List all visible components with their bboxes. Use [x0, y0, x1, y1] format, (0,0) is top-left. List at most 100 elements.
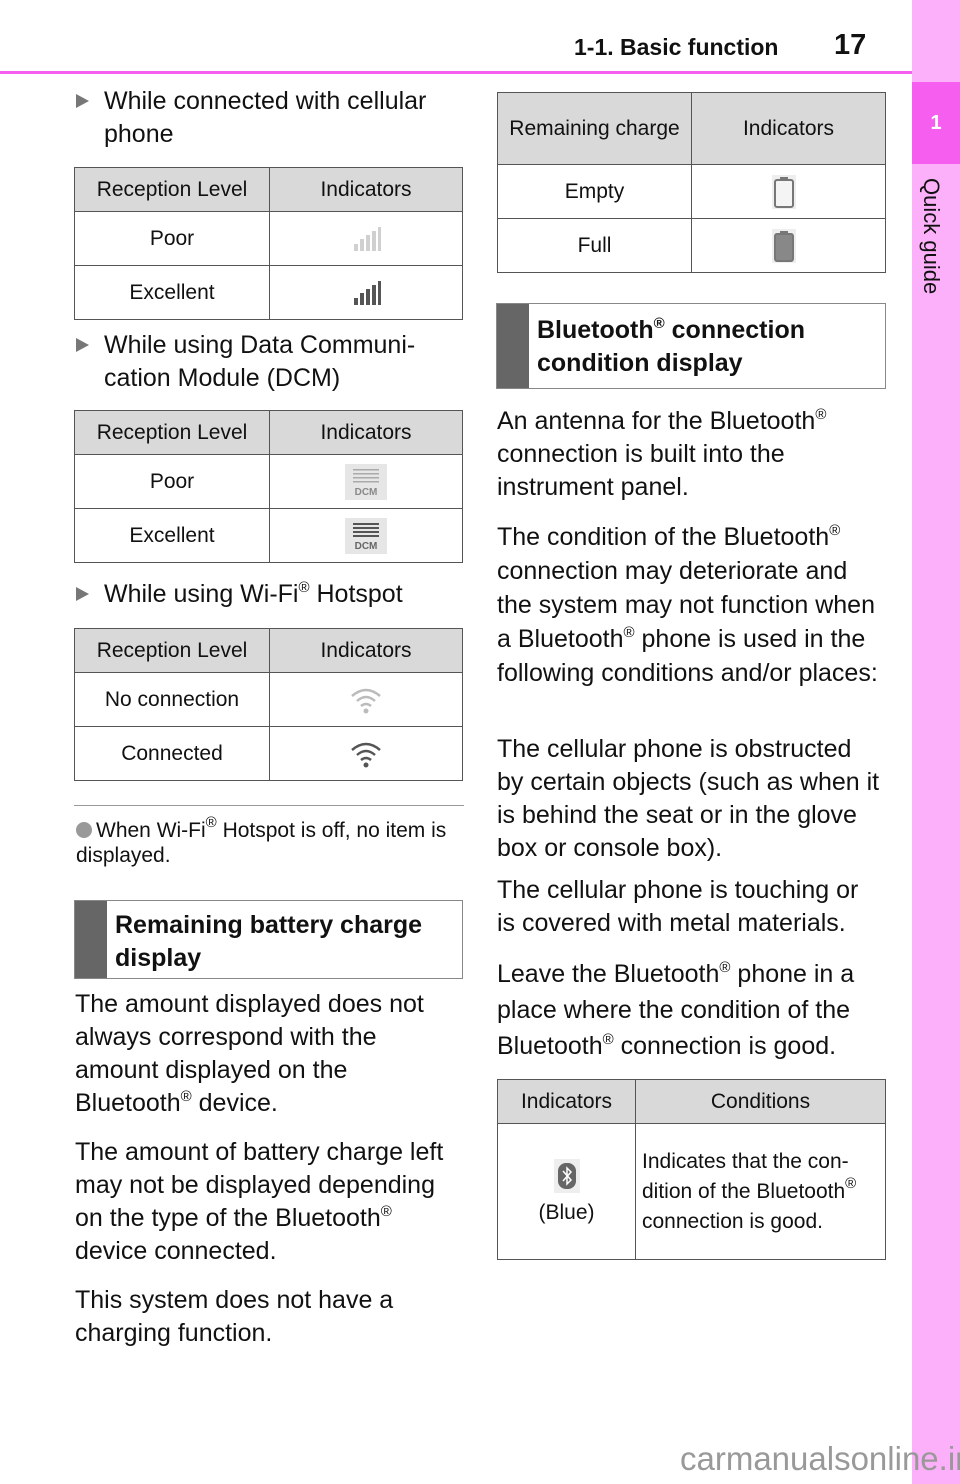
table-row: (Blue) Indicates that the con-dition of … — [497, 1123, 886, 1260]
registered-mark: ® — [623, 624, 635, 641]
table-row: Excellent — [74, 265, 463, 320]
indicator-cell — [269, 672, 463, 727]
col-header-indicators: Indicators — [691, 92, 886, 165]
bluetooth-paragraph-3: The cellular phone is obstructed by cert… — [497, 735, 880, 862]
registered-mark: ® — [298, 579, 310, 596]
registered-mark: ® — [829, 522, 841, 539]
table-row: Connected — [74, 726, 463, 781]
section-bar — [75, 901, 107, 978]
bluetooth-icon-caption: (Blue) — [538, 1200, 595, 1224]
bluetooth-section-title-pre: Bluetooth — [537, 316, 654, 344]
signal-bars-excellent-icon — [354, 280, 381, 305]
wifi-connected-icon — [351, 742, 381, 767]
registered-mark: ® — [845, 1174, 857, 1192]
battery-section-title-line2: display — [115, 944, 202, 972]
indicator-cell: DCM — [269, 454, 463, 509]
cellular-reception-table: Reception Level Indicators Poor Excellen… — [74, 167, 463, 320]
reception-level-cell: Poor — [74, 454, 270, 509]
col-header-indicators: Indicators — [269, 628, 463, 673]
triangle-bullet-icon — [76, 94, 89, 108]
wifi-heading: While using Wi-Fi® Hotspot — [76, 578, 466, 611]
battery-paragraph-3: This system does not have a charging fun… — [75, 1286, 394, 1347]
registered-mark: ® — [719, 959, 731, 976]
table-row: No connection — [74, 672, 463, 727]
section-title: 1-1. Basic function — [574, 34, 779, 60]
bluetooth-paragraph-1: An antenna for the Bluetooth® connection… — [497, 406, 827, 501]
col-header-conditions: Conditions — [635, 1079, 886, 1124]
col-header-indicators: Indicators — [269, 410, 463, 455]
reception-level-cell: Poor — [74, 211, 270, 266]
battery-charge-table: Remaining charge Indicators Empty Full — [497, 92, 886, 273]
reception-level-cell: Connected — [74, 726, 270, 781]
reception-level-cell: Excellent — [74, 508, 270, 563]
signal-bars-poor-icon — [354, 226, 381, 251]
side-tab-background — [912, 164, 960, 1484]
battery-paragraph-2: The amount of battery charge left may no… — [75, 1138, 444, 1265]
registered-mark: ® — [815, 406, 827, 423]
battery-section-header: Remaining battery charge display — [74, 900, 463, 979]
wifi-off-icon — [351, 688, 381, 713]
col-header-indicators: Indicators — [269, 167, 463, 212]
triangle-bullet-icon — [76, 587, 89, 601]
section-bar — [497, 304, 529, 388]
bluetooth-icon — [553, 1158, 580, 1193]
indicator-cell — [691, 218, 886, 273]
registered-mark: ® — [205, 814, 217, 831]
bluetooth-paragraph-2: The condition of the Bluetooth® connecti… — [497, 522, 878, 687]
header-divider — [0, 71, 912, 74]
note-pre: When Wi-Fi — [96, 819, 206, 842]
dcm-reception-table: Reception Level Indicators Poor DCM Exce… — [74, 410, 463, 563]
battery-section-title-line1: Remaining battery charge — [115, 911, 423, 939]
col-header-reception-level: Reception Level — [74, 628, 270, 673]
dcm-poor-icon: DCM — [345, 463, 387, 500]
table-row: Excellent DCM — [74, 508, 463, 563]
charge-level-cell: Full — [497, 218, 692, 273]
registered-mark: ® — [602, 1031, 614, 1048]
wifi-reception-table: Reception Level Indicators No connection… — [74, 628, 463, 781]
bluetooth-paragraph-4: The cellular phone is touching or is cov… — [497, 876, 859, 937]
bluetooth-section-header: Bluetooth® connection condition display — [496, 303, 886, 389]
table-row: Poor — [74, 211, 463, 266]
side-tab-top — [912, 0, 960, 82]
condition-cell: Indicates that the con-dition of the Blu… — [635, 1123, 886, 1260]
bluetooth-section-title-line2: condition display — [537, 349, 743, 377]
chapter-label: Quick guide — [919, 178, 944, 295]
wifi-off-note: When Wi-Fi® Hotspot is off, no item is d… — [76, 815, 456, 868]
battery-full-icon — [772, 228, 796, 263]
circle-bullet-icon — [76, 822, 92, 838]
reception-level-cell: No connection — [74, 672, 270, 727]
page-number: 17 — [834, 29, 867, 61]
col-header-reception-level: Reception Level — [74, 410, 270, 455]
battery-paragraph-1: The amount displayed does not always cor… — [75, 990, 424, 1117]
dcm-heading-line2: cation Module (DCM) — [104, 364, 341, 392]
registered-mark: ® — [380, 1203, 392, 1220]
battery-empty-icon — [772, 174, 796, 209]
indicator-cell — [269, 265, 463, 320]
note-divider — [74, 805, 464, 806]
col-header-remaining-charge: Remaining charge — [497, 92, 692, 165]
table-row: Full — [497, 218, 886, 273]
bluetooth-section-title-post: connection — [664, 316, 805, 344]
indicator-cell: (Blue) — [497, 1123, 636, 1260]
table-row: Poor DCM — [74, 454, 463, 509]
table-row: Empty — [497, 164, 886, 219]
cellular-heading: While connected with cellular phone — [76, 85, 466, 151]
dcm-icon-label: DCM — [355, 487, 378, 498]
indicator-cell — [269, 726, 463, 781]
chapter-number-tab[interactable]: 1 — [912, 82, 960, 164]
col-header-indicators: Indicators — [497, 1079, 636, 1124]
triangle-bullet-icon — [76, 338, 89, 352]
bluetooth-condition-table: Indicators Conditions (Blue) Indicates t… — [497, 1079, 886, 1260]
wifi-heading-pre: While using Wi-Fi — [104, 580, 299, 608]
charge-level-cell: Empty — [497, 164, 692, 219]
dcm-excellent-icon: DCM — [345, 517, 387, 554]
indicator-cell — [269, 211, 463, 266]
indicator-cell — [691, 164, 886, 219]
dcm-icon-label: DCM — [355, 541, 378, 552]
dcm-heading: While using Data Communi- cation Module … — [76, 329, 466, 395]
registered-mark: ® — [653, 315, 665, 332]
watermark: carmanualsonline.info — [680, 1440, 960, 1477]
registered-mark: ® — [180, 1088, 192, 1105]
indicator-cell: DCM — [269, 508, 463, 563]
reception-level-cell: Excellent — [74, 265, 270, 320]
